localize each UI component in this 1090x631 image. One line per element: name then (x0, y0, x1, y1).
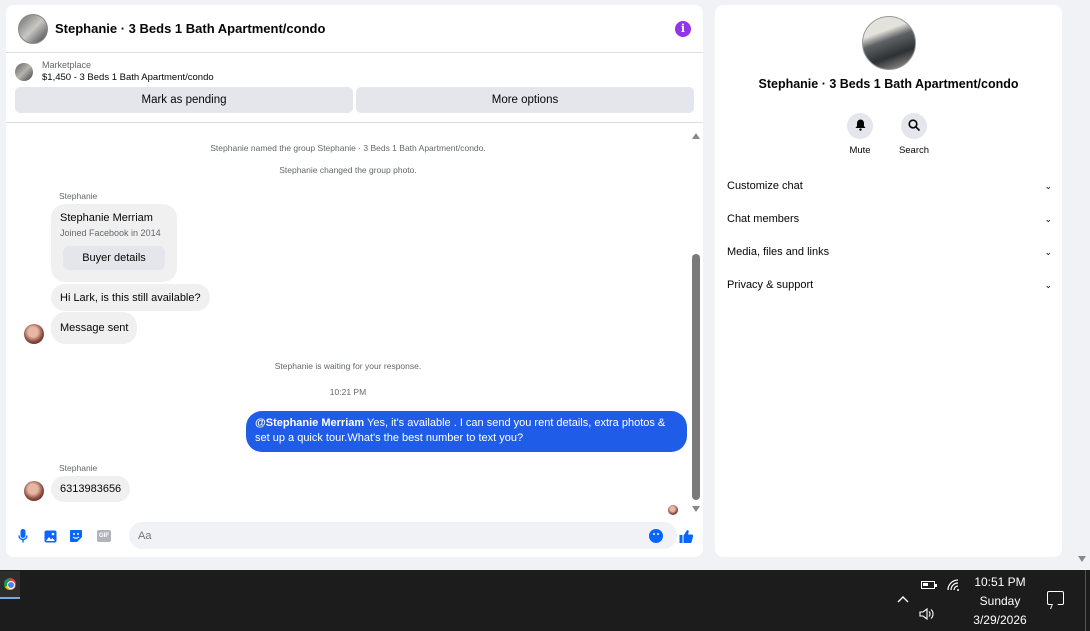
system-message-waiting: Stephanie is waiting for your response. (274, 361, 422, 371)
search-label: Search (898, 145, 930, 156)
thumbs-up-icon[interactable] (678, 528, 694, 544)
details-title: Stephanie · 3 Beds 1 Bath Apartment/cond… (758, 77, 1019, 91)
notification-center-icon[interactable] (1047, 591, 1064, 605)
sender-name: Stephanie (59, 463, 98, 473)
read-receipt-avatar (668, 505, 678, 515)
emoji-icon[interactable] (649, 529, 663, 543)
taskbar: 10:51 PM Sunday 3/29/2026 (0, 570, 1090, 631)
section-media-files-links[interactable]: Media, files and links ⌄ (727, 242, 1052, 262)
message-timestamp: 10:21 PM (329, 387, 367, 397)
chat-header: Stephanie · 3 Beds 1 Bath Apartment/cond… (6, 5, 703, 53)
mute-button[interactable] (847, 113, 873, 139)
show-hidden-icons-chevron-up-icon[interactable] (897, 592, 909, 606)
sender-name: Stephanie (59, 191, 98, 201)
section-label: Media, files and links (727, 246, 830, 258)
search-button[interactable] (901, 113, 927, 139)
sender-avatar[interactable] (24, 324, 44, 344)
incoming-message[interactable]: 6313983656 (51, 476, 131, 502)
buyer-name: Stephanie Merriam (60, 212, 153, 224)
chrome-icon (4, 578, 16, 590)
volume-icon[interactable] (919, 607, 935, 624)
incoming-message[interactable]: Message sent (51, 312, 138, 344)
listing-actions: Mark as pending More options (6, 83, 703, 113)
mention[interactable]: @Stephanie Merriam (255, 417, 364, 429)
section-chat-members[interactable]: Chat members ⌄ (727, 209, 1052, 229)
incoming-message[interactable]: Hi Lark, is this still available? (51, 284, 210, 311)
chevron-down-icon: ⌄ (1044, 279, 1052, 290)
buyer-joined: Joined Facebook in 2014 (60, 228, 161, 238)
chevron-down-icon: ⌄ (1044, 246, 1052, 257)
section-label: Chat members (727, 213, 800, 225)
mute-label: Mute (849, 145, 871, 156)
buyer-profile-card: Stephanie Merriam Joined Facebook in 201… (51, 204, 177, 282)
listing-thumbnail (15, 62, 33, 81)
group-photo[interactable] (862, 16, 916, 70)
system-message-named-group: Stephanie named the group Stephanie · 3 … (210, 143, 486, 153)
show-desktop-divider[interactable] (1085, 570, 1086, 631)
marketplace-listing[interactable]: Marketplace $1,450 - 3 Beds 1 Bath Apart… (6, 53, 703, 83)
group-avatar[interactable] (18, 13, 48, 44)
outgoing-message[interactable]: @Stephanie Merriam Yes, it's available .… (246, 411, 687, 452)
sender-avatar[interactable] (24, 481, 44, 501)
chevron-down-icon: ⌄ (1044, 213, 1052, 224)
scroll-thumb[interactable] (692, 254, 700, 500)
section-label: Customize chat (727, 180, 803, 192)
section-label: Privacy & support (727, 279, 814, 291)
listing-title: $1,450 - 3 Beds 1 Bath Apartment/condo (42, 72, 214, 83)
image-icon[interactable] (43, 529, 57, 543)
more-options-button[interactable]: More options (356, 87, 694, 113)
section-privacy-support[interactable]: Privacy & support ⌄ (727, 275, 1052, 295)
search-icon (908, 118, 920, 134)
composer: GIF (6, 522, 703, 550)
chat-details-panel: Stephanie · 3 Beds 1 Bath Apartment/cond… (715, 5, 1062, 557)
message-list: Stephanie named the group Stephanie · 3 … (6, 131, 690, 517)
gif-label: GIF (97, 530, 111, 542)
clock-day[interactable]: Sunday (960, 594, 1040, 608)
section-customize-chat[interactable]: Customize chat ⌄ (727, 176, 1052, 196)
system-message-changed-photo: Stephanie changed the group photo. (279, 165, 417, 175)
mark-pending-button[interactable]: Mark as pending (15, 87, 353, 113)
chrome-taskbar-button[interactable] (0, 571, 20, 599)
gif-icon[interactable]: GIF (96, 529, 112, 543)
info-icon[interactable]: i (675, 20, 691, 37)
divider (6, 122, 703, 123)
clock-time[interactable]: 10:51 PM (960, 575, 1040, 589)
scroll-down-arrow[interactable] (692, 506, 700, 512)
message-input[interactable] (129, 522, 677, 549)
microphone-icon[interactable] (16, 529, 30, 543)
chevron-down-icon: ⌄ (1044, 180, 1052, 191)
battery-icon[interactable] (921, 581, 937, 589)
bell-icon (855, 119, 866, 134)
scroll-up-arrow[interactable] (692, 133, 700, 139)
page-scroll-down-arrow[interactable] (1078, 556, 1086, 562)
buyer-details-button[interactable]: Buyer details (63, 246, 165, 270)
message-scrollbar[interactable] (691, 133, 703, 517)
clock-date[interactable]: 3/29/2026 (960, 613, 1040, 627)
chat-title[interactable]: Stephanie · 3 Beds 1 Bath Apartment/cond… (55, 21, 325, 36)
wifi-icon[interactable] (946, 578, 960, 595)
chat-panel: Stephanie · 3 Beds 1 Bath Apartment/cond… (6, 5, 703, 557)
marketplace-label: Marketplace (42, 60, 92, 70)
sticker-icon[interactable] (69, 529, 83, 543)
